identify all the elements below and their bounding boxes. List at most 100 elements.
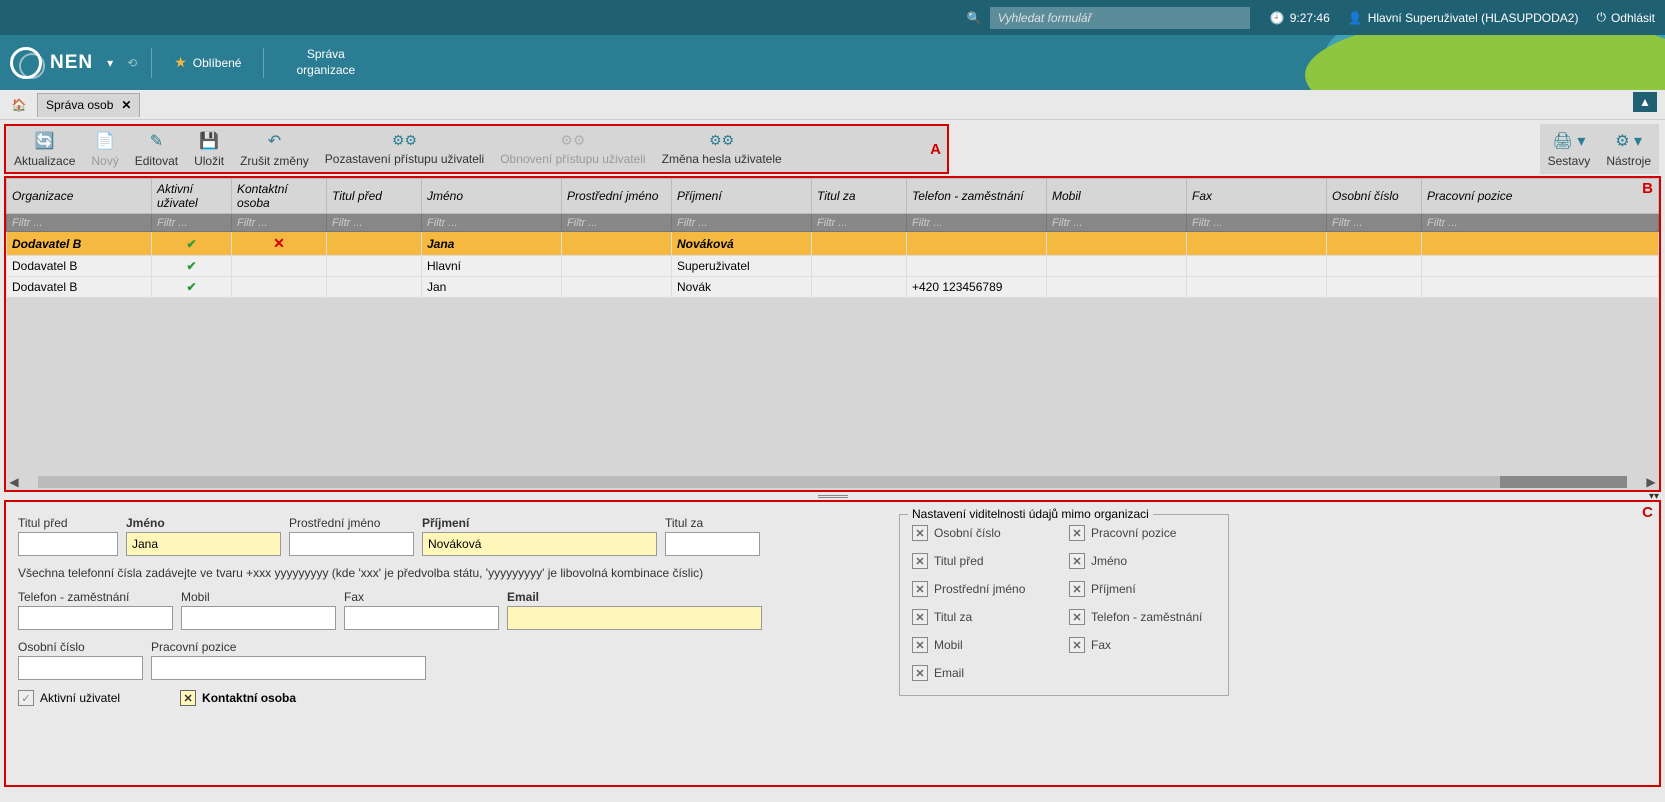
filter-cell[interactable]: Filtr ... xyxy=(7,214,152,232)
visibility-item[interactable]: Titul před xyxy=(912,553,1059,569)
checkbox-icon xyxy=(1069,637,1085,653)
splitter-grip-icon xyxy=(818,495,848,498)
input-empno[interactable] xyxy=(18,656,143,680)
visibility-item[interactable]: Jméno xyxy=(1069,553,1216,569)
filter-cell[interactable]: Filtr ... xyxy=(152,214,232,232)
table-cell xyxy=(232,256,327,277)
history-nav-icon[interactable]: ⟲ xyxy=(127,56,137,70)
favorites-button[interactable]: ★ Oblíbené xyxy=(166,50,249,75)
table-row[interactable]: Dodavatel B✔HlavníSuperuživatel xyxy=(7,256,1659,277)
col-last[interactable]: Příjmení xyxy=(672,179,812,214)
visibility-item[interactable]: Telefon - zaměstnání xyxy=(1069,609,1216,625)
clock-icon: 🕘 xyxy=(1270,11,1285,25)
table-cell: Jana xyxy=(422,232,562,256)
horizontal-scrollbar[interactable]: ◀ ▶ xyxy=(6,474,1659,490)
col-empno[interactable]: Osobní číslo xyxy=(1327,179,1422,214)
col-title-before[interactable]: Titul před xyxy=(327,179,422,214)
filter-cell[interactable]: Filtr ... xyxy=(907,214,1047,232)
checkbox-contact-person[interactable]: Kontaktní osoba xyxy=(180,690,296,706)
col-phone[interactable]: Telefon - zaměstnání xyxy=(907,179,1047,214)
filter-cell[interactable]: Filtr ... xyxy=(1187,214,1327,232)
search-input[interactable] xyxy=(990,7,1250,29)
refresh-button[interactable]: 🔄Aktualizace xyxy=(6,126,83,172)
suspend-label: Pozastavení přístupu uživateli xyxy=(325,152,484,166)
col-org[interactable]: Organizace xyxy=(7,179,152,214)
filter-cell[interactable]: Filtr ... xyxy=(812,214,907,232)
chevron-down-icon[interactable]: ▾ xyxy=(107,56,113,70)
col-fax[interactable]: Fax xyxy=(1187,179,1327,214)
filter-cell[interactable]: Filtr ... xyxy=(232,214,327,232)
table-cell: ✕ xyxy=(232,232,327,256)
label-middle: Prostřední jméno xyxy=(289,516,414,530)
col-mobile[interactable]: Mobil xyxy=(1047,179,1187,214)
org-mgmt-label-2: organizace xyxy=(296,63,355,79)
col-first[interactable]: Jméno xyxy=(422,179,562,214)
close-icon[interactable]: ✕ xyxy=(121,98,131,112)
home-button[interactable]: 🏠 xyxy=(3,93,35,117)
change-password-button[interactable]: ⚙⚙Změna hesla uživatele xyxy=(654,126,790,172)
col-active[interactable]: Aktivní uživatel xyxy=(152,179,232,214)
suspend-access-button[interactable]: ⚙⚙Pozastavení přístupu uživateli xyxy=(317,126,492,172)
visibility-item[interactable]: Fax xyxy=(1069,637,1216,653)
input-title-before[interactable] xyxy=(18,532,118,556)
checkbox-icon xyxy=(912,665,928,681)
col-position[interactable]: Pracovní pozice xyxy=(1422,179,1659,214)
input-position[interactable] xyxy=(151,656,426,680)
input-title-after[interactable] xyxy=(665,532,760,556)
input-email[interactable] xyxy=(507,606,762,630)
visibility-item-label: Pracovní pozice xyxy=(1091,526,1176,540)
star-icon: ★ xyxy=(174,54,187,71)
col-middle[interactable]: Prostřední jméno xyxy=(562,179,672,214)
app-logo[interactable]: NEN ▾ ⟲ xyxy=(10,47,137,79)
current-user[interactable]: 👤 Hlavní Superuživatel (HLASUPDODA2) xyxy=(1348,11,1579,25)
filter-cell[interactable]: Filtr ... xyxy=(1327,214,1422,232)
tab-sprava-osob[interactable]: Správa osob ✕ xyxy=(37,93,140,117)
checkbox-icon xyxy=(912,609,928,625)
input-phone[interactable] xyxy=(18,606,173,630)
visibility-item[interactable]: Příjmení xyxy=(1069,581,1216,597)
visibility-item[interactable]: Email xyxy=(912,665,1059,681)
col-title-after[interactable]: Titul za xyxy=(812,179,907,214)
undo-label: Zrušit změny xyxy=(240,154,309,168)
filter-cell[interactable]: Filtr ... xyxy=(327,214,422,232)
filter-cell[interactable]: Filtr ... xyxy=(422,214,562,232)
filter-cell[interactable]: Filtr ... xyxy=(1422,214,1659,232)
visibility-item-label: Titul před xyxy=(934,554,984,568)
table-cell xyxy=(327,277,422,298)
scroll-right-icon[interactable]: ▶ xyxy=(1643,475,1659,489)
tools-button[interactable]: ⚙ ▾Nástroje xyxy=(1598,124,1659,174)
edit-button[interactable]: ✎Editovat xyxy=(127,126,186,172)
chpass-label: Změna hesla uživatele xyxy=(662,152,782,166)
visibility-item[interactable]: Titul za xyxy=(912,609,1059,625)
logout-button[interactable]: ⏻ Odhlásit xyxy=(1596,10,1655,25)
label-title-before: Titul před xyxy=(18,516,118,530)
filter-cell[interactable]: Filtr ... xyxy=(562,214,672,232)
input-last[interactable] xyxy=(422,532,657,556)
scroll-left-icon[interactable]: ◀ xyxy=(6,475,22,489)
checkbox-icon xyxy=(18,690,34,706)
notification-badge[interactable]: ▲ xyxy=(1633,92,1657,112)
checkbox-active-user[interactable]: Aktivní uživatel xyxy=(18,690,120,706)
visibility-item[interactable]: Osobní číslo xyxy=(912,525,1059,541)
input-middle[interactable] xyxy=(289,532,414,556)
table-row[interactable]: Dodavatel B✔JanNovák+420 123456789 xyxy=(7,277,1659,298)
scrollbar-track[interactable] xyxy=(38,476,1627,488)
undo-button[interactable]: ↶Zrušit změny xyxy=(232,126,317,172)
visibility-item[interactable]: Pracovní pozice xyxy=(1069,525,1216,541)
reports-button[interactable]: 🖨 ▾Sestavy xyxy=(1540,124,1599,174)
save-button[interactable]: 💾Uložit xyxy=(186,126,232,172)
refresh-icon: 🔄 xyxy=(35,131,55,151)
input-mobile[interactable] xyxy=(181,606,336,630)
scrollbar-thumb[interactable] xyxy=(38,476,1500,488)
input-fax[interactable] xyxy=(344,606,499,630)
checkbox-icon xyxy=(912,553,928,569)
visibility-item[interactable]: Mobil xyxy=(912,637,1059,653)
input-first[interactable] xyxy=(126,532,281,556)
col-contact[interactable]: Kontaktní osoba xyxy=(232,179,327,214)
filter-cell[interactable]: Filtr ... xyxy=(1047,214,1187,232)
org-management-menu[interactable]: Správa organizace xyxy=(296,47,355,78)
splitter[interactable]: ▾▾ xyxy=(0,492,1665,500)
visibility-item[interactable]: Prostřední jméno xyxy=(912,581,1059,597)
table-row[interactable]: Dodavatel B✔✕JanaNováková xyxy=(7,232,1659,256)
filter-cell[interactable]: Filtr ... xyxy=(672,214,812,232)
